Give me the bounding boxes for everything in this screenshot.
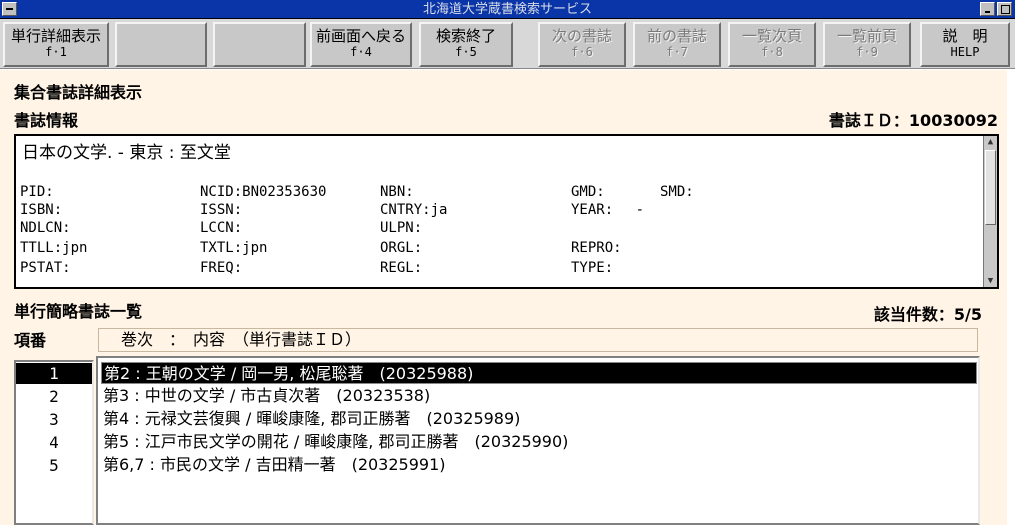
index-cell[interactable]: 1	[16, 363, 92, 384]
blank-function-button-2[interactable]	[115, 22, 207, 67]
index-cell[interactable]: 4	[16, 432, 92, 453]
button-key: f·4	[350, 45, 372, 59]
button-key: f·1	[45, 45, 67, 59]
window-title: 北海道大学蔵書検索サービス	[422, 2, 592, 17]
button-key: f·7	[666, 45, 688, 59]
next-record-button[interactable]: 次の書誌 f·6	[538, 22, 626, 67]
list-item[interactable]: 第4 : 元禄文芸復興 / 暉峻康隆, 郡司正勝著 (20325989)	[101, 408, 977, 430]
field-ndlcn: NDLCN:	[20, 220, 71, 236]
screen-title: 集合書誌詳細表示	[14, 83, 143, 102]
index-column: 1 2 3 4 5	[14, 360, 94, 525]
field-smd: SMD:	[660, 184, 694, 200]
biblio-title-line: 日本の文学. - 東京 : 至文堂	[22, 143, 231, 163]
button-label: 次の書誌	[551, 27, 612, 45]
field-txtl: TXTL:jpn	[200, 240, 268, 256]
field-ttll: TTLL:jpn	[20, 240, 88, 256]
list-item[interactable]: 第3 : 中世の文学 / 市古貞次著 (20323538)	[101, 385, 977, 407]
field-regl: REGL:	[380, 260, 423, 276]
system-menu-button[interactable]	[2, 2, 17, 16]
field-isbn: ISBN:	[20, 202, 63, 218]
button-label: 単行詳細表示	[10, 27, 101, 45]
previous-record-button[interactable]: 前の書誌 f·7	[633, 22, 721, 67]
field-ncid: NCID:BN02353630	[200, 184, 327, 200]
field-type: TYPE:	[571, 260, 614, 276]
field-gmd: GMD:	[571, 184, 605, 200]
list-previous-page-button[interactable]: 一覧前頁 f·9	[823, 22, 911, 67]
title-bar: 北海道大学蔵書検索サービス	[0, 0, 1015, 19]
maximize-button[interactable]	[997, 2, 1012, 16]
field-repro: REPRO:	[571, 240, 622, 256]
field-lccn: LCCN:	[200, 220, 243, 236]
button-label: 検索終了	[435, 27, 496, 45]
detail-view-button[interactable]: 単行詳細表示 f·1	[3, 22, 109, 67]
field-orgl: ORGL:	[380, 240, 423, 256]
help-button[interactable]: 説 明 HELP	[920, 22, 1010, 67]
end-search-button[interactable]: 検索終了 f·5	[419, 22, 513, 67]
index-cell[interactable]: 3	[16, 409, 92, 430]
biblio-info-box: 日本の文学. - 東京 : 至文堂 PID: NCID:BN02353630 N…	[14, 134, 999, 289]
list-item[interactable]: 第2 : 王朝の文学 / 岡一男, 松尾聡著 (20325988)	[101, 362, 977, 384]
function-key-toolbar: 単行詳細表示 f·1 前画面へ戻る f·4 検索終了 f·5 次の書誌 f·6 …	[0, 19, 1015, 69]
index-cell[interactable]: 2	[16, 386, 92, 407]
back-button[interactable]: 前画面へ戻る f·4	[310, 22, 412, 67]
list-section-label: 単行簡略書誌一覧	[14, 302, 143, 321]
biblio-id: 書誌ＩＤ：10030092	[828, 111, 998, 130]
main-panel: 集合書誌詳細表示 書誌情報 書誌ＩＤ：10030092 日本の文学. - 東京 …	[0, 70, 1015, 525]
list-item[interactable]: 第6,7 : 市民の文学 / 吉田精一著 (20325991)	[101, 454, 977, 476]
hit-count: 該当件数：5/5	[873, 305, 982, 324]
button-key: f·6	[571, 45, 593, 59]
list-item[interactable]: 第5 : 江戸市民文学の開花 / 暉峻康隆, 郡司正勝著 (20325990)	[101, 431, 977, 453]
biblio-section-label: 書誌情報	[14, 111, 79, 130]
volume-list: 第2 : 王朝の文学 / 岡一男, 松尾聡著 (20325988) 第3 : 中…	[96, 356, 980, 525]
field-pid: PID:	[20, 184, 54, 200]
index-header: 項番	[14, 331, 47, 350]
field-cntry: CNTRY:ja	[380, 202, 448, 218]
field-year: YEAR: -	[571, 202, 645, 218]
button-key: f·9	[856, 45, 878, 59]
blank-function-button-3[interactable]	[213, 22, 306, 67]
scroll-thumb[interactable]	[985, 150, 996, 225]
field-pstat: PSTAT:	[20, 260, 71, 276]
button-key: f·8	[761, 45, 783, 59]
field-nbn: NBN:	[380, 184, 414, 200]
window-right-edge	[1007, 70, 1015, 525]
button-label: 説 明	[942, 27, 988, 45]
list-column-header: 巻次 ： 内容 （単行書誌ＩＤ）	[98, 328, 978, 352]
scroll-down-icon[interactable]: ▼	[984, 275, 997, 287]
button-key: f·5	[455, 45, 477, 59]
button-label: 前の書誌	[646, 27, 707, 45]
biblio-scrollbar[interactable]: ▲ ▼	[983, 136, 997, 287]
scroll-up-icon[interactable]: ▲	[984, 136, 997, 148]
index-cell[interactable]: 5	[16, 455, 92, 476]
button-label: 前画面へ戻る	[315, 27, 406, 45]
field-issn: ISSN:	[200, 202, 243, 218]
field-freq: FREQ:	[200, 260, 243, 276]
minimize-button[interactable]	[980, 2, 995, 16]
button-label: 一覧前頁	[836, 27, 897, 45]
list-next-page-button[interactable]: 一覧次頁 f·8	[728, 22, 816, 67]
button-label: 一覧次頁	[741, 27, 802, 45]
field-ulpn: ULPN:	[380, 220, 423, 236]
button-key: HELP	[950, 45, 980, 59]
